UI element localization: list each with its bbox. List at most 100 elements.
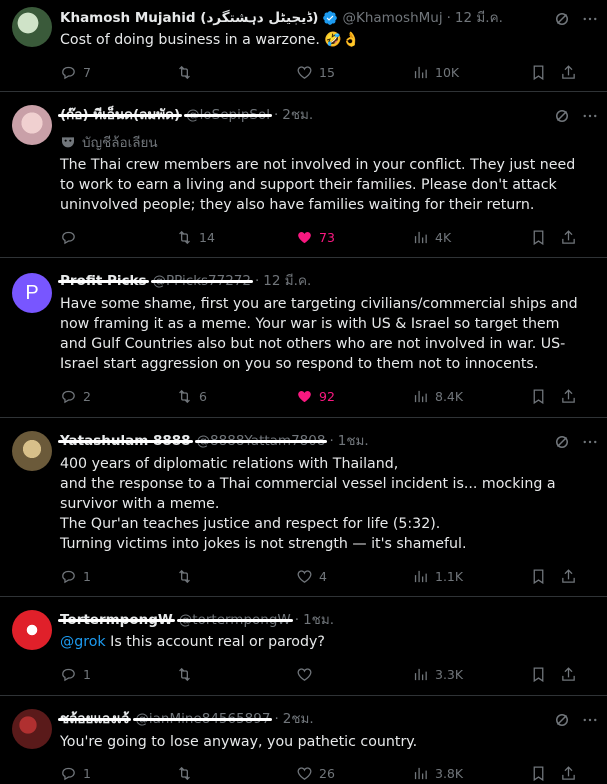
reply-button[interactable]: 2 [60, 386, 91, 406]
bookmark-icon [533, 666, 544, 682]
timestamp[interactable]: 12 มี.ค. [455, 8, 503, 28]
views-button[interactable]: 10K [412, 62, 459, 82]
retweet-icon [179, 230, 190, 244]
reply-button[interactable]: 1 [60, 664, 91, 684]
reply-button[interactable]: 1 [60, 566, 91, 586]
avatar[interactable] [12, 7, 52, 47]
like-button[interactable] [296, 664, 319, 684]
tweet-text: 400 years of diplomatic relations with T… [60, 456, 556, 552]
bookmark-icon [533, 765, 544, 781]
separator-dot: · [273, 107, 279, 123]
mention-link[interactable]: @grok [60, 634, 106, 650]
author-handle[interactable]: @8888Yattam7808 [194, 431, 328, 451]
share-button[interactable] [560, 62, 577, 82]
bookmark-button[interactable] [530, 763, 547, 783]
separator-dot: · [274, 711, 279, 727]
author-name[interactable]: (ก๊อ) ทีเอ็นด(ลมพัด) [57, 105, 183, 125]
avatar[interactable] [12, 431, 52, 471]
share-button[interactable] [560, 763, 577, 783]
reply-count: 1 [83, 568, 91, 584]
reply-count: 2 [83, 388, 91, 404]
views-count: 4K [435, 229, 452, 245]
timestamp[interactable]: 2ชม. [282, 105, 313, 125]
more-icon[interactable] [581, 711, 599, 729]
reply-button[interactable] [60, 227, 83, 247]
bookmark-button[interactable] [530, 566, 547, 586]
share-icon [562, 388, 575, 403]
views-button[interactable]: 8.4K [412, 386, 463, 406]
like-button[interactable]: 73 [296, 227, 335, 247]
grok-icon[interactable] [553, 10, 571, 28]
views-button[interactable]: 1.1K [412, 566, 463, 586]
author-handle[interactable]: @loSepipSol [184, 105, 272, 125]
share-button[interactable] [560, 664, 577, 684]
tweet[interactable]: ชล้อยแองเจ้ @ianMine84565897 · 2ชม. You'… [0, 697, 607, 784]
avatar[interactable] [12, 105, 52, 145]
author-name[interactable]: TortermpongW [58, 610, 175, 630]
bookmark-icon [533, 388, 544, 404]
reply-button[interactable]: 7 [60, 62, 91, 82]
like-button[interactable]: 4 [296, 566, 327, 586]
like-button[interactable]: 26 [296, 763, 335, 783]
more-icon[interactable] [581, 107, 599, 125]
bookmark-button[interactable] [530, 386, 547, 406]
retweet-button[interactable]: 14 [176, 227, 215, 247]
share-button[interactable] [560, 386, 577, 406]
reply-icon [62, 231, 75, 244]
share-button[interactable] [560, 227, 577, 247]
reply-button[interactable]: 1 [60, 763, 91, 783]
retweet-button[interactable] [176, 763, 199, 783]
avatar[interactable] [12, 709, 52, 749]
tweet[interactable]: P Profit Picks @PPicks77272 · 12 มี.ค. H… [0, 259, 607, 418]
like-button[interactable]: 92 [296, 386, 335, 406]
timestamp[interactable]: 2ชม. [283, 709, 314, 729]
author-handle[interactable]: @tortermpongW [176, 610, 293, 630]
timestamp[interactable]: 1ชม. [338, 431, 369, 451]
avatar[interactable] [12, 610, 52, 650]
author-name[interactable]: ชล้อยแองเจ้ [57, 709, 132, 729]
grok-icon[interactable] [553, 107, 571, 125]
bookmark-button[interactable] [530, 227, 547, 247]
like-count: 26 [319, 765, 335, 781]
tweet[interactable]: (ก๊อ) ทีเอ็นด(ลมพัด) @loSepipSol · 2ชม. … [0, 93, 607, 258]
share-icon [562, 64, 575, 79]
views-icon [414, 570, 427, 582]
like-button[interactable]: 15 [296, 62, 335, 82]
tweet[interactable]: Yatashulam 8888 @8888Yattam7808 · 1ชม. 4… [0, 419, 607, 597]
views-icon [414, 390, 427, 402]
retweet-button[interactable] [176, 566, 199, 586]
author-handle[interactable]: @PPicks77272 [150, 271, 254, 291]
avatar[interactable]: P [12, 273, 52, 313]
author-handle[interactable]: @ianMine84565897 [133, 709, 273, 729]
action-bar: 1 4 1.1K [60, 566, 590, 586]
retweet-button[interactable]: 6 [176, 386, 207, 406]
retweet-icon [179, 389, 190, 403]
author-name[interactable]: Yatashulam 8888 [58, 431, 193, 451]
tweet[interactable]: TortermpongW @tortermpongW · 1ชม. @grok … [0, 598, 607, 696]
views-button[interactable]: 3.3K [412, 664, 463, 684]
share-button[interactable] [560, 566, 577, 586]
author-name[interactable]: Profit Picks [58, 271, 149, 291]
more-icon[interactable] [581, 433, 599, 451]
views-count: 10K [435, 64, 460, 80]
like-icon [298, 231, 311, 243]
author-handle[interactable]: @KhamoshMuj [342, 8, 442, 28]
action-bar: 1 26 3.8K [60, 763, 590, 783]
bookmark-button[interactable] [530, 664, 547, 684]
grok-icon[interactable] [553, 711, 571, 729]
more-icon[interactable] [581, 10, 599, 28]
grok-icon[interactable] [553, 433, 571, 451]
views-button[interactable]: 4K [412, 227, 451, 247]
tweet[interactable]: Khamosh Mujahid (ڈیجیٹل دہشتگرد) @Khamos… [0, 0, 607, 92]
timestamp[interactable]: 12 มี.ค. [263, 271, 311, 291]
share-icon [562, 765, 575, 780]
author-name[interactable]: Khamosh Mujahid (ڈیجیٹل دہشتگرد) [60, 8, 318, 28]
retweet-button[interactable] [176, 664, 199, 684]
retweet-button[interactable] [176, 62, 199, 82]
views-count: 1.1K [435, 568, 464, 584]
bookmark-button[interactable] [530, 62, 547, 82]
tweet-text: The Thai crew members are not involved i… [60, 157, 576, 213]
timestamp[interactable]: 1ชม. [303, 610, 334, 630]
views-button[interactable]: 3.8K [412, 763, 463, 783]
tweet-text: @grok Is this account real or parody? [60, 634, 325, 650]
